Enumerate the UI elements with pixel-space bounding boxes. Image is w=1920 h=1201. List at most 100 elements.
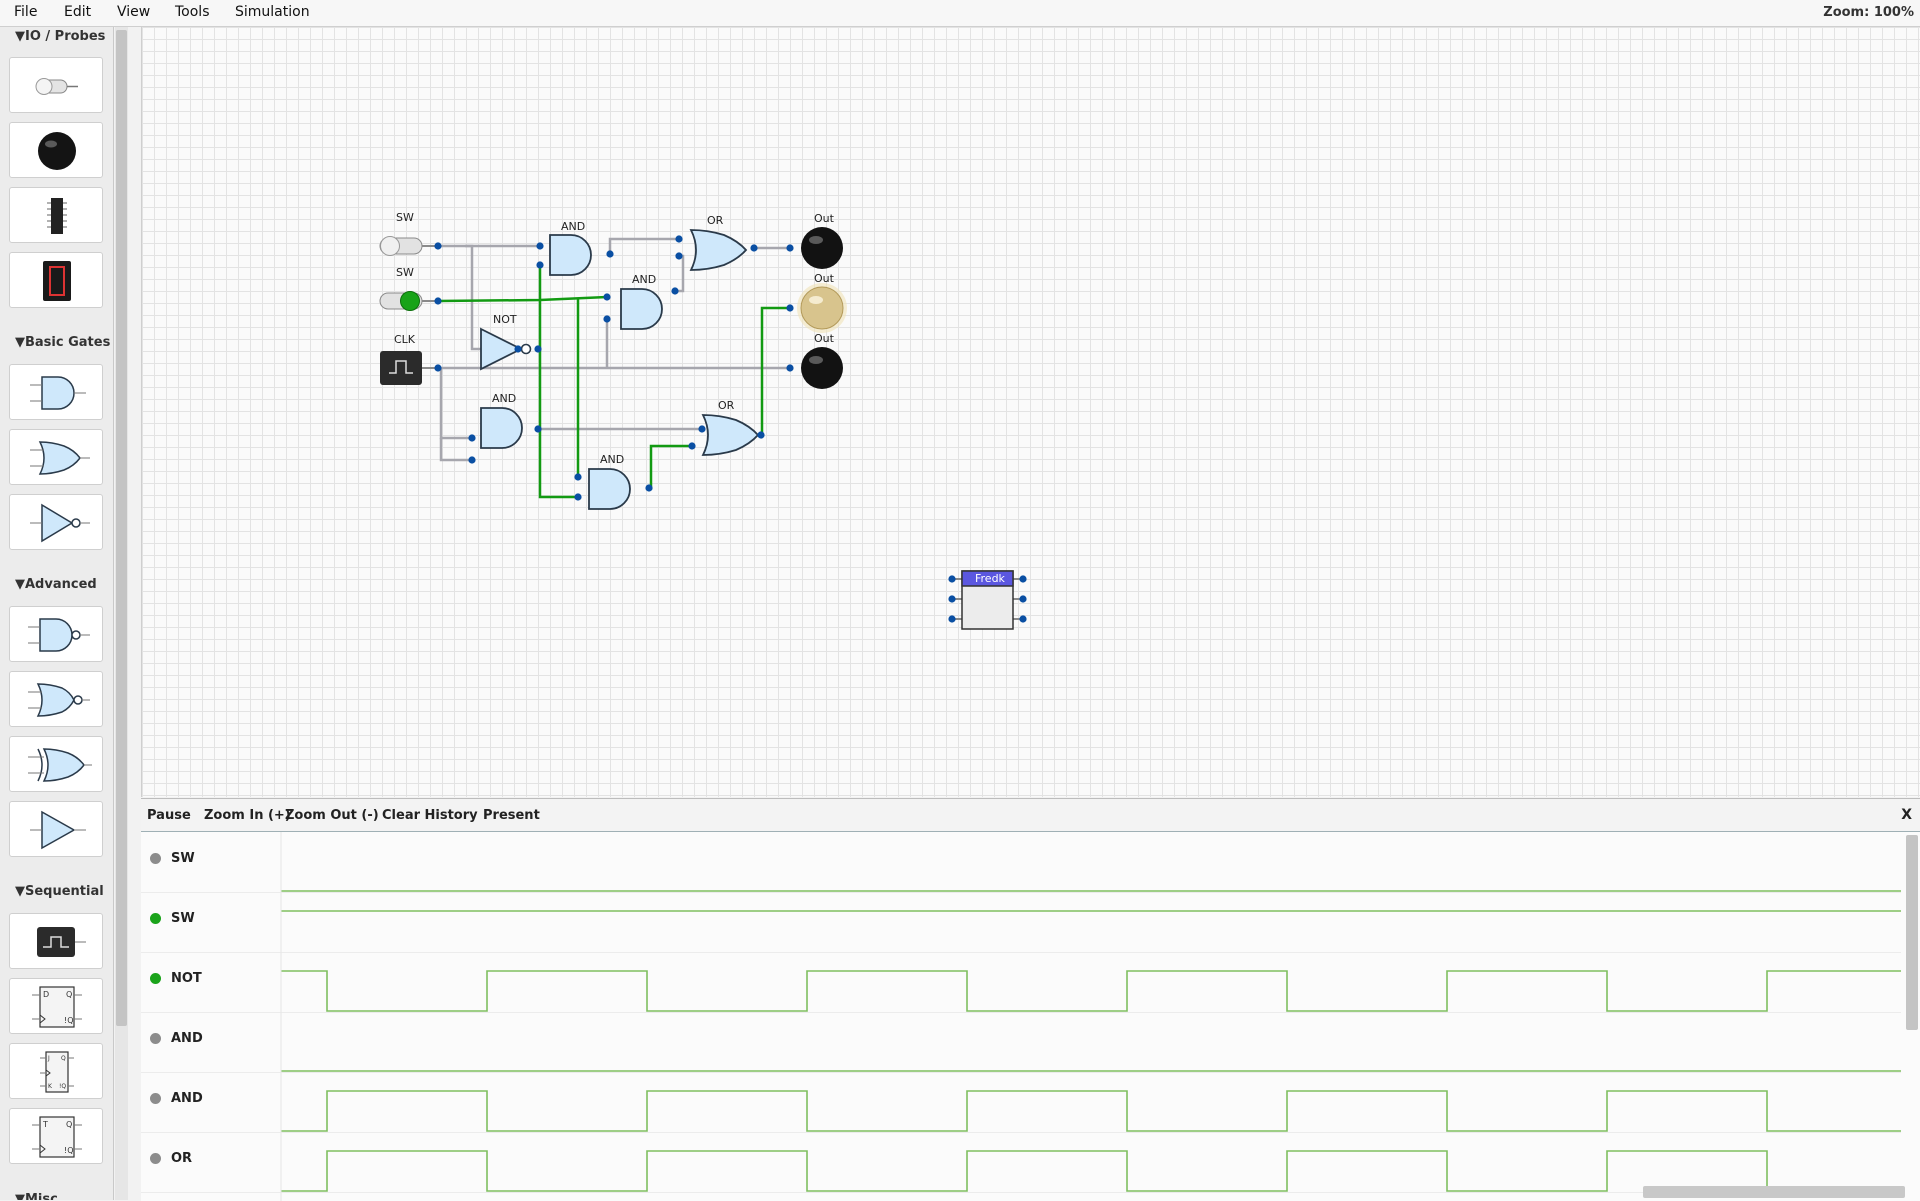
signal-status-dot [150, 913, 161, 924]
zoom-out-button[interactable]: Zoom Out (-) [285, 808, 379, 823]
timing-horizontal-scrollbar[interactable] [1643, 1186, 1905, 1198]
tool-buffer[interactable] [9, 801, 103, 857]
pin[interactable] [434, 364, 442, 372]
pin[interactable] [675, 252, 683, 260]
section-misc[interactable]: ▼Misc [15, 1192, 58, 1200]
section-basic-gates[interactable]: ▼Basic Gates [15, 335, 110, 350]
or-gate-2[interactable] [701, 414, 760, 456]
pin[interactable] [948, 615, 956, 623]
clock-component[interactable] [380, 351, 438, 385]
pin[interactable] [786, 244, 794, 252]
pin[interactable] [688, 442, 696, 450]
pin[interactable] [603, 293, 611, 301]
pause-button[interactable]: Pause [147, 808, 191, 823]
pin[interactable] [1019, 575, 1027, 583]
pin[interactable] [434, 242, 442, 250]
pin[interactable] [1019, 595, 1027, 603]
tool-d-flipflop[interactable]: D Q !Q [9, 978, 103, 1034]
output-bulb-3[interactable] [801, 347, 843, 389]
clear-history-button[interactable]: Clear History [382, 808, 478, 823]
signal-row: NOT [141, 952, 1901, 1013]
menu-bar: File Edit View Tools Simulation Zoom: 10… [0, 0, 1920, 27]
pin[interactable] [603, 315, 611, 323]
menu-simulation[interactable]: Simulation [235, 4, 310, 20]
switch-sw1[interactable] [379, 236, 438, 256]
tool-and-gate[interactable] [9, 364, 103, 420]
chip-icon [47, 198, 67, 234]
menu-tools[interactable]: Tools [175, 4, 210, 20]
pin[interactable] [671, 287, 679, 295]
seven-segment-icon [43, 261, 71, 301]
pin[interactable] [948, 595, 956, 603]
tool-xor-gate[interactable] [9, 736, 103, 792]
pin[interactable] [750, 244, 758, 252]
nand-gate-icon [28, 618, 90, 652]
pin[interactable] [468, 434, 476, 442]
section-advanced[interactable]: ▼Advanced [15, 577, 97, 592]
pin[interactable] [514, 345, 522, 353]
pin[interactable] [434, 297, 442, 305]
tool-clock[interactable] [9, 913, 103, 969]
signal-status-dot [150, 1153, 161, 1164]
svg-text:Q: Q [61, 1055, 66, 1062]
pin[interactable] [534, 425, 542, 433]
and-gate-3[interactable] [480, 407, 523, 449]
pin[interactable] [948, 575, 956, 583]
tool-not-gate[interactable] [9, 494, 103, 550]
sidebar-scrollbar-thumb[interactable] [116, 30, 127, 1026]
not-gate[interactable] [480, 327, 532, 371]
not-gate-icon [30, 503, 90, 543]
pin[interactable] [534, 345, 542, 353]
tool-nor-gate[interactable] [9, 671, 103, 727]
section-sequential[interactable]: ▼Sequential [15, 884, 104, 899]
and-gate-4[interactable] [588, 468, 631, 510]
menu-edit[interactable]: Edit [64, 4, 91, 20]
menu-view[interactable]: View [117, 4, 150, 20]
output-bulb-1[interactable] [801, 227, 843, 269]
signal-name: AND [171, 1031, 203, 1046]
section-io-probes[interactable]: ▼IO / Probes [15, 29, 105, 44]
tool-jk-flipflop[interactable]: J Q K !Q [9, 1043, 103, 1099]
signal-status-dot [150, 973, 161, 984]
close-timing-button[interactable]: X [1901, 807, 1912, 823]
tool-switch[interactable] [9, 57, 103, 113]
or-gate-1[interactable] [689, 229, 748, 271]
and-gate-2[interactable] [620, 288, 663, 330]
and-gate-1[interactable] [549, 234, 592, 276]
pin[interactable] [698, 425, 706, 433]
t-flipflop-icon: T Q !Q [32, 1116, 82, 1158]
tool-chip[interactable] [9, 187, 103, 243]
pin[interactable] [468, 456, 476, 464]
signal-name: SW [171, 851, 195, 866]
timing-vertical-scrollbar[interactable] [1906, 835, 1918, 1030]
pin[interactable] [786, 304, 794, 312]
switch-sw2[interactable] [379, 291, 438, 311]
menu-file[interactable]: File [14, 4, 37, 20]
pin[interactable] [574, 493, 582, 501]
present-button[interactable]: Present [483, 808, 540, 823]
tool-or-gate[interactable] [9, 429, 103, 485]
pin[interactable] [536, 261, 544, 269]
signal-name: SW [171, 911, 195, 926]
tool-seven-segment[interactable] [9, 252, 103, 308]
zoom-in-button[interactable]: Zoom In (+) [204, 808, 291, 823]
pin[interactable] [645, 484, 653, 492]
svg-text:D: D [43, 990, 49, 999]
label-sw2: SW [396, 266, 414, 279]
label-fredkin: Fredk [975, 572, 1006, 585]
label-sw1: SW [396, 211, 414, 224]
signal-status-dot [150, 1093, 161, 1104]
pin[interactable] [675, 235, 683, 243]
pin[interactable] [786, 364, 794, 372]
tool-nand-gate[interactable] [9, 606, 103, 662]
output-bulb-2[interactable] [797, 283, 847, 333]
tool-t-flipflop[interactable]: T Q !Q [9, 1108, 103, 1164]
pin[interactable] [574, 473, 582, 481]
pin[interactable] [536, 242, 544, 250]
pin[interactable] [606, 250, 614, 258]
circuit-canvas[interactable]: SW SW CLK NOT AND AND AND AND OR OR Out … [141, 27, 1920, 797]
tool-light-bulb[interactable] [9, 122, 103, 178]
pin[interactable] [1019, 615, 1027, 623]
label-not: NOT [493, 313, 517, 326]
pin[interactable] [757, 431, 765, 439]
